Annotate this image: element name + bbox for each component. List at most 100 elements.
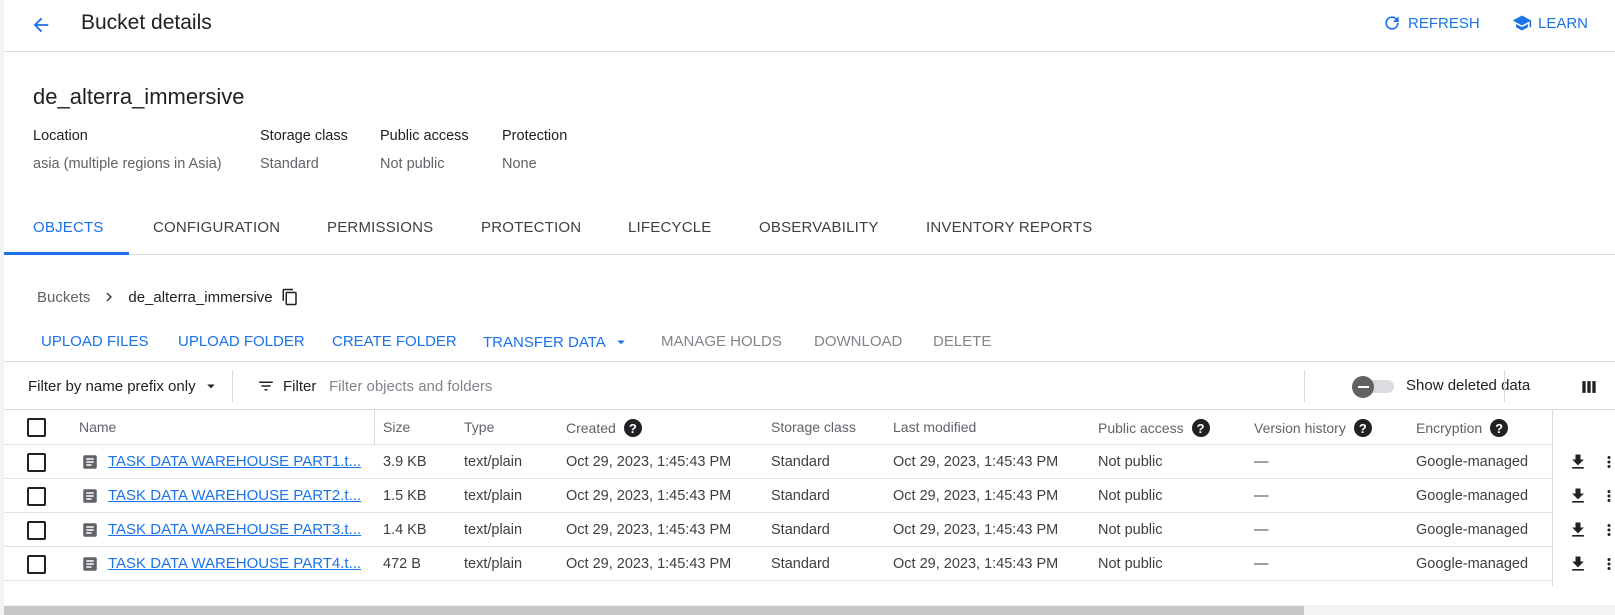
tab-protection[interactable]: PROTECTION bbox=[481, 219, 581, 236]
delete-button[interactable]: DELETE bbox=[933, 333, 991, 350]
download-button[interactable]: DOWNLOAD bbox=[814, 333, 902, 350]
meta-label: Location bbox=[33, 128, 88, 144]
cell-type: text/plain bbox=[464, 488, 523, 504]
meta-value: Standard bbox=[260, 156, 319, 172]
objects-toolbar: UPLOAD FILES UPLOAD FOLDER CREATE FOLDER… bbox=[4, 318, 1615, 362]
upload-folder-button[interactable]: UPLOAD FOLDER bbox=[178, 333, 305, 350]
col-header-version-history[interactable]: Version history? bbox=[1254, 419, 1372, 437]
upload-files-button[interactable]: UPLOAD FILES bbox=[41, 333, 149, 350]
meta-protection: Protection None bbox=[502, 128, 567, 172]
row-checkbox[interactable] bbox=[27, 555, 46, 574]
copy-icon[interactable] bbox=[281, 288, 299, 306]
cell-created: Oct 29, 2023, 1:45:43 PM bbox=[566, 488, 732, 504]
cell-encryption: Google-managed bbox=[1416, 522, 1529, 538]
tab-bar: OBJECTS CONFIGURATION PERMISSIONS PROTEC… bbox=[4, 207, 1615, 255]
tab-permissions[interactable]: PERMISSIONS bbox=[327, 219, 433, 236]
refresh-icon bbox=[1385, 16, 1399, 30]
help-icon[interactable]: ? bbox=[1490, 419, 1509, 437]
school-icon bbox=[1512, 15, 1532, 31]
tab-configuration[interactable]: CONFIGURATION bbox=[153, 219, 280, 236]
cell-encryption: Google-managed bbox=[1416, 488, 1529, 504]
bucket-name: de_alterra_immersive bbox=[33, 84, 245, 109]
table-row[interactable]: TASK DATA WAREHOUSE PART1.t... 3.9 KB te… bbox=[4, 445, 1615, 479]
col-header-type[interactable]: Type bbox=[464, 419, 494, 435]
more-vert-icon[interactable] bbox=[1600, 486, 1615, 506]
meta-location: Location asia (multiple regions in Asia) bbox=[33, 128, 222, 172]
filter-button[interactable]: Filter bbox=[257, 377, 316, 395]
page-title: Bucket details bbox=[81, 11, 212, 34]
download-icon[interactable] bbox=[1568, 554, 1588, 574]
download-icon[interactable] bbox=[1568, 520, 1588, 540]
cell-public-access: Not public bbox=[1098, 454, 1163, 470]
table-row[interactable]: TASK DATA WAREHOUSE PART3.t... 1.4 KB te… bbox=[4, 513, 1615, 547]
cell-last-modified: Oct 29, 2023, 1:45:43 PM bbox=[893, 454, 1059, 470]
row-checkbox[interactable] bbox=[27, 487, 46, 506]
filter-prefix-dropdown[interactable]: Filter by name prefix only bbox=[28, 377, 220, 395]
table-row[interactable]: TASK DATA WAREHOUSE PART2.t... 1.5 KB te… bbox=[4, 479, 1615, 513]
scrollbar-thumb[interactable] bbox=[4, 606, 1304, 615]
cell-size: 472 B bbox=[383, 556, 421, 572]
back-button[interactable] bbox=[26, 10, 56, 40]
learn-button[interactable]: LEARN bbox=[1512, 13, 1588, 33]
cell-size: 3.9 KB bbox=[383, 454, 427, 470]
page-header: Bucket details REFRESH LEARN bbox=[4, 0, 1615, 52]
text-file-icon bbox=[83, 489, 97, 503]
select-all-checkbox[interactable] bbox=[27, 418, 46, 437]
object-name-link[interactable]: TASK DATA WAREHOUSE PART2.t... bbox=[108, 487, 361, 504]
more-vert-icon[interactable] bbox=[1600, 452, 1615, 472]
cell-last-modified: Oct 29, 2023, 1:45:43 PM bbox=[893, 488, 1059, 504]
meta-value: Not public bbox=[380, 156, 445, 172]
row-checkbox[interactable] bbox=[27, 521, 46, 540]
transfer-data-button[interactable]: TRANSFER DATA bbox=[483, 333, 630, 351]
divider bbox=[1504, 370, 1505, 402]
cell-version-history: — bbox=[1254, 454, 1269, 470]
filter-label: Filter bbox=[283, 377, 317, 395]
manage-holds-button[interactable]: MANAGE HOLDS bbox=[661, 333, 782, 350]
more-vert-icon[interactable] bbox=[1600, 520, 1615, 540]
create-folder-button[interactable]: CREATE FOLDER bbox=[332, 333, 457, 350]
arrow-drop-down-icon bbox=[617, 340, 625, 345]
help-icon[interactable]: ? bbox=[1353, 419, 1372, 437]
col-header-last-modified[interactable]: Last modified bbox=[893, 419, 976, 435]
meta-public-access: Public access Not public bbox=[380, 128, 469, 172]
column-display-icon[interactable] bbox=[1579, 377, 1599, 402]
object-name-link[interactable]: TASK DATA WAREHOUSE PART3.t... bbox=[108, 521, 361, 538]
col-header-created[interactable]: Created? bbox=[566, 419, 642, 437]
meta-label: Storage class bbox=[260, 128, 348, 144]
download-icon[interactable] bbox=[1568, 452, 1588, 472]
text-file-icon bbox=[83, 523, 97, 537]
cell-size: 1.5 KB bbox=[383, 488, 427, 504]
breadcrumb-buckets-link[interactable]: Buckets bbox=[37, 289, 90, 306]
object-name-link[interactable]: TASK DATA WAREHOUSE PART1.t... bbox=[108, 453, 361, 470]
meta-value: asia (multiple regions in Asia) bbox=[33, 156, 222, 172]
col-header-size[interactable]: Size bbox=[383, 419, 410, 435]
cell-storage-class: Standard bbox=[771, 522, 830, 538]
text-file-icon bbox=[83, 455, 97, 469]
breadcrumb-current: de_alterra_immersive bbox=[128, 288, 273, 306]
col-header-encryption[interactable]: Encryption? bbox=[1416, 419, 1552, 437]
tab-inventory-reports[interactable]: INVENTORY REPORTS bbox=[926, 219, 1093, 236]
show-deleted-toggle[interactable] bbox=[1352, 376, 1396, 398]
download-icon[interactable] bbox=[1568, 486, 1588, 506]
meta-label: Protection bbox=[502, 128, 568, 144]
help-icon[interactable]: ? bbox=[1191, 419, 1210, 437]
horizontal-scrollbar[interactable] bbox=[4, 605, 1615, 615]
show-deleted-label: Show deleted data bbox=[1406, 377, 1531, 394]
meta-storage-class: Storage class Standard bbox=[260, 128, 348, 172]
arrow-back-icon bbox=[33, 17, 49, 33]
more-vert-icon[interactable] bbox=[1600, 554, 1615, 574]
col-header-public-access[interactable]: Public access? bbox=[1098, 419, 1210, 437]
chevron-right-icon bbox=[100, 288, 118, 306]
tab-observability[interactable]: OBSERVABILITY bbox=[759, 219, 879, 236]
filter-input[interactable] bbox=[329, 372, 889, 400]
object-name-link[interactable]: TASK DATA WAREHOUSE PART4.t... bbox=[108, 555, 361, 572]
help-icon[interactable]: ? bbox=[623, 419, 642, 437]
row-checkbox[interactable] bbox=[27, 453, 46, 472]
tab-lifecycle[interactable]: LIFECYCLE bbox=[628, 219, 712, 236]
table-row[interactable]: TASK DATA WAREHOUSE PART4.t... 472 B tex… bbox=[4, 547, 1615, 581]
col-header-name[interactable]: Name bbox=[79, 419, 116, 435]
col-header-storage-class[interactable]: Storage class bbox=[771, 419, 856, 435]
refresh-button[interactable]: REFRESH bbox=[1382, 13, 1480, 33]
cell-storage-class: Standard bbox=[771, 556, 830, 572]
tab-objects[interactable]: OBJECTS bbox=[33, 219, 104, 236]
